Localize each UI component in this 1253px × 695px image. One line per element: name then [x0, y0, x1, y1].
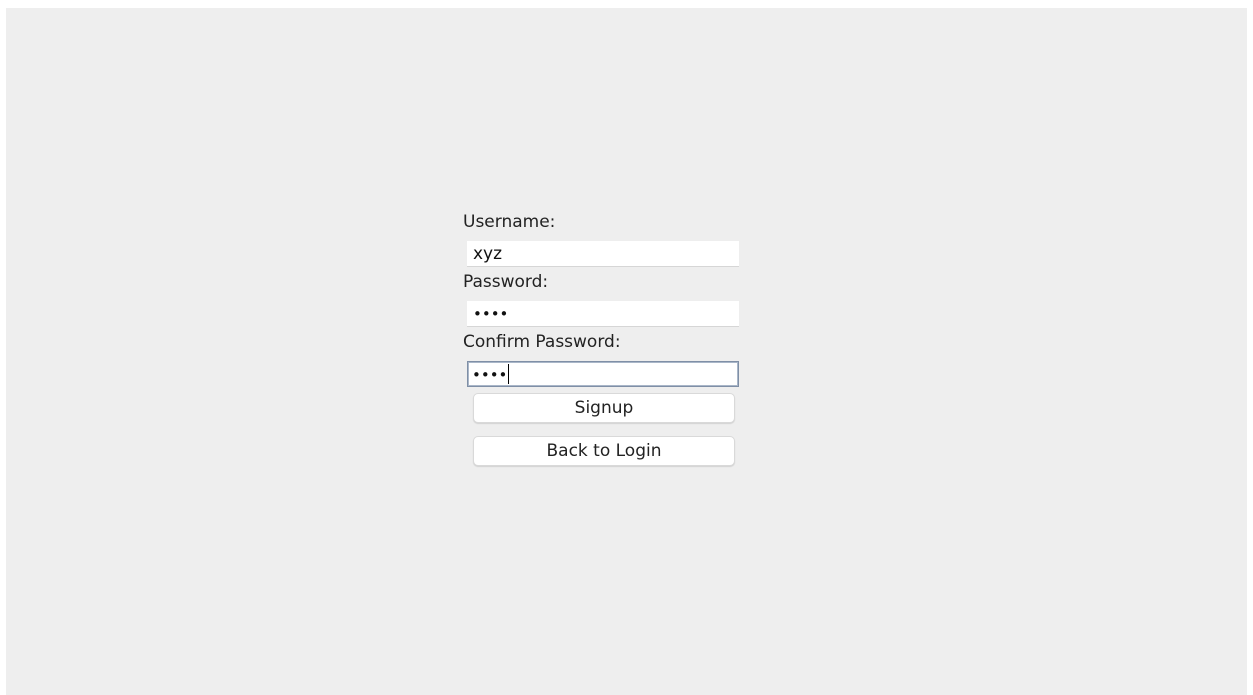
username-input[interactable]: xyz — [467, 241, 739, 267]
password-value: •••• — [473, 305, 509, 323]
password-input[interactable]: •••• — [467, 301, 739, 327]
username-value: xyz — [473, 244, 503, 264]
confirm-password-input[interactable]: •••• — [467, 361, 739, 387]
back-to-login-button[interactable]: Back to Login — [473, 436, 735, 466]
username-label: Username: — [463, 212, 556, 232]
confirm-password-label: Confirm Password: — [463, 332, 621, 352]
signup-form: Username: xyz Password: •••• Confirm Pas… — [462, 212, 742, 466]
confirm-password-value: •••• — [472, 366, 508, 384]
password-label: Password: — [463, 272, 549, 292]
signup-window: Username: xyz Password: •••• Confirm Pas… — [6, 8, 1247, 695]
text-caret — [508, 364, 510, 384]
signup-button[interactable]: Signup — [473, 393, 735, 423]
